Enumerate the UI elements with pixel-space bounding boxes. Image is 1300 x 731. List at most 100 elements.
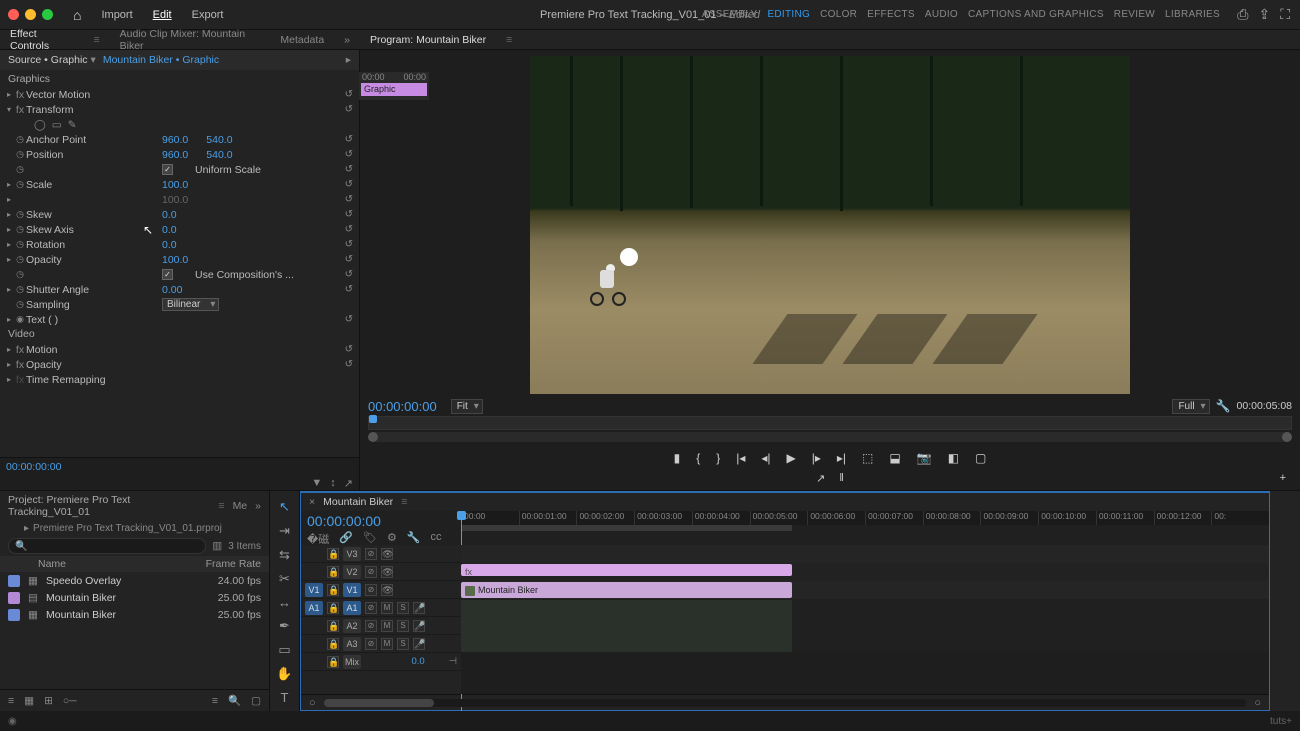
- prop-position[interactable]: Position: [26, 149, 63, 161]
- eye-icon[interactable]: [381, 584, 393, 596]
- reset-icon[interactable]: ↺: [345, 224, 353, 235]
- prop-motion[interactable]: Motion: [26, 344, 58, 356]
- prop-skew-axis[interactable]: Skew Axis: [26, 224, 74, 236]
- program-timecode[interactable]: 00:00:00:00: [368, 399, 437, 414]
- reset-icon[interactable]: ↺: [345, 179, 353, 190]
- stopwatch-icon[interactable]: ◷: [14, 254, 26, 265]
- step-back-icon[interactable]: ◂|: [761, 451, 770, 465]
- value-skew[interactable]: 0.0: [162, 209, 177, 221]
- workspace-switcher[interactable]: ASSEMBLY EDITING COLOR EFFECTS AUDIO CAP…: [702, 9, 1220, 20]
- stopwatch-icon[interactable]: ◷: [14, 134, 26, 145]
- track-target-a1[interactable]: A1: [343, 601, 361, 615]
- reset-icon[interactable]: ↺: [345, 239, 353, 250]
- prop-sampling[interactable]: Sampling: [26, 299, 70, 311]
- ws-assembly[interactable]: ASSEMBLY: [702, 9, 758, 20]
- fx-badge[interactable]: fx: [14, 344, 26, 356]
- fx-badge[interactable]: fx: [14, 89, 26, 101]
- mask-pen-icon[interactable]: ✎: [68, 119, 77, 131]
- fx-badge[interactable]: fx: [14, 359, 26, 371]
- rectangle-tool-icon[interactable]: ▭: [278, 642, 290, 658]
- sync-lock-icon[interactable]: ⊘: [365, 548, 377, 560]
- col-framerate[interactable]: Frame Rate: [201, 558, 261, 570]
- checkbox-use-composition[interactable]: ✓: [162, 269, 173, 280]
- reset-icon[interactable]: ↺: [345, 134, 353, 145]
- zoom-in-icon[interactable]: ○: [1254, 697, 1261, 709]
- freeform-view-icon[interactable]: ⊞: [44, 695, 53, 707]
- track-target-v2[interactable]: V2: [343, 565, 361, 579]
- mute-icon[interactable]: M: [381, 620, 393, 632]
- prop-scale[interactable]: Scale: [26, 179, 52, 191]
- track-target-v3[interactable]: V3: [343, 547, 361, 561]
- ripple-tool-icon[interactable]: ⇆: [279, 547, 290, 563]
- value-anchor-x[interactable]: 960.0: [162, 134, 188, 146]
- type-tool-icon[interactable]: T: [281, 690, 289, 705]
- twirl-icon[interactable]: ▸: [4, 225, 14, 234]
- menu-export[interactable]: Export: [192, 9, 224, 21]
- twirl-icon[interactable]: ▸: [4, 315, 14, 324]
- tab-media[interactable]: Me: [233, 500, 248, 512]
- minimize-window[interactable]: [25, 9, 36, 20]
- play-icon[interactable]: ▶: [787, 451, 796, 465]
- maximize-window[interactable]: [42, 9, 53, 20]
- find-icon[interactable]: 🔍: [228, 694, 241, 707]
- home-icon[interactable]: ⌂: [73, 7, 81, 23]
- extract-icon[interactable]: ⬓: [889, 451, 900, 465]
- sync-lock-icon[interactable]: ⊘: [365, 566, 377, 578]
- lock-icon[interactable]: [327, 566, 339, 578]
- new-item-icon[interactable]: ▢: [251, 695, 261, 707]
- reset-icon[interactable]: ↺: [345, 284, 353, 295]
- stopwatch-icon[interactable]: ◷: [14, 284, 26, 295]
- timeline-toggle-icon[interactable]: ▸: [346, 54, 351, 66]
- fx-badge[interactable]: fx: [14, 374, 26, 386]
- tab-project[interactable]: Project: Premiere Pro Text Tracking_V01_…: [8, 494, 210, 518]
- reset-icon[interactable]: ↺: [345, 344, 353, 355]
- traffic-lights[interactable]: [8, 9, 53, 20]
- time-ruler[interactable]: 00:0000:00:01:0000:00:02:0000:00:03:0000…: [461, 511, 1269, 525]
- eye-icon[interactable]: [381, 548, 393, 560]
- quick-export-icon[interactable]: ⎙: [1237, 6, 1248, 23]
- sync-lock-icon[interactable]: ⊘: [365, 584, 377, 596]
- twirl-icon[interactable]: ▾: [4, 105, 14, 114]
- stopwatch-icon[interactable]: ◷: [14, 179, 26, 190]
- track-target-a3[interactable]: A3: [343, 637, 361, 651]
- lock-icon[interactable]: [327, 620, 339, 632]
- clip-audio[interactable]: [461, 600, 792, 652]
- comparison-icon[interactable]: ◧: [948, 451, 959, 465]
- value-position-x[interactable]: 960.0: [162, 149, 188, 161]
- stopwatch-icon[interactable]: ◷: [14, 149, 26, 160]
- sync-lock-icon[interactable]: ⊘: [365, 602, 377, 614]
- label-color[interactable]: [8, 575, 20, 587]
- ws-review[interactable]: REVIEW: [1114, 9, 1155, 20]
- prop-skew[interactable]: Skew: [26, 209, 52, 221]
- solo-icon[interactable]: S: [397, 602, 409, 614]
- mute-icon[interactable]: M: [381, 602, 393, 614]
- share-icon[interactable]: ⇪: [1258, 6, 1270, 23]
- zoom-out-icon[interactable]: ○: [309, 697, 316, 709]
- program-scrollbar[interactable]: [368, 432, 1292, 442]
- go-to-out-icon[interactable]: ▸|: [837, 451, 846, 465]
- reset-icon[interactable]: ↺: [345, 269, 353, 280]
- close-tab-icon[interactable]: ×: [309, 496, 315, 508]
- export-icon[interactable]: ↗: [344, 477, 353, 490]
- reset-icon[interactable]: ↺: [345, 254, 353, 265]
- reset-icon[interactable]: ↺: [345, 314, 353, 325]
- add-marker-icon[interactable]: ▮: [674, 451, 681, 465]
- label-color[interactable]: [8, 609, 20, 621]
- value-anchor-y[interactable]: 540.0: [206, 134, 232, 146]
- project-item[interactable]: ▦Mountain Biker25.00 fps: [0, 606, 269, 623]
- stopwatch-icon[interactable]: ◷: [14, 224, 26, 235]
- prop-transform[interactable]: Transform: [26, 104, 73, 116]
- step-forward-icon[interactable]: |▸: [812, 451, 821, 465]
- solo-icon[interactable]: S: [397, 620, 409, 632]
- timeline-timecode[interactable]: 00:00:00:00: [307, 513, 455, 529]
- safe-margins-icon[interactable]: ▢: [975, 451, 986, 465]
- twirl-icon[interactable]: ▸: [4, 210, 14, 219]
- prop-anchor-point[interactable]: Anchor Point: [26, 134, 86, 146]
- value-scale[interactable]: 100.0: [162, 179, 188, 191]
- mute-icon[interactable]: M: [381, 638, 393, 650]
- icon-view-icon[interactable]: ▦: [24, 695, 34, 707]
- twirl-icon[interactable]: ▸: [4, 180, 14, 189]
- fx-badge[interactable]: fx: [14, 104, 26, 116]
- lift-icon[interactable]: ⬚: [862, 451, 873, 465]
- overwrite-icon[interactable]: ‖: [839, 472, 844, 490]
